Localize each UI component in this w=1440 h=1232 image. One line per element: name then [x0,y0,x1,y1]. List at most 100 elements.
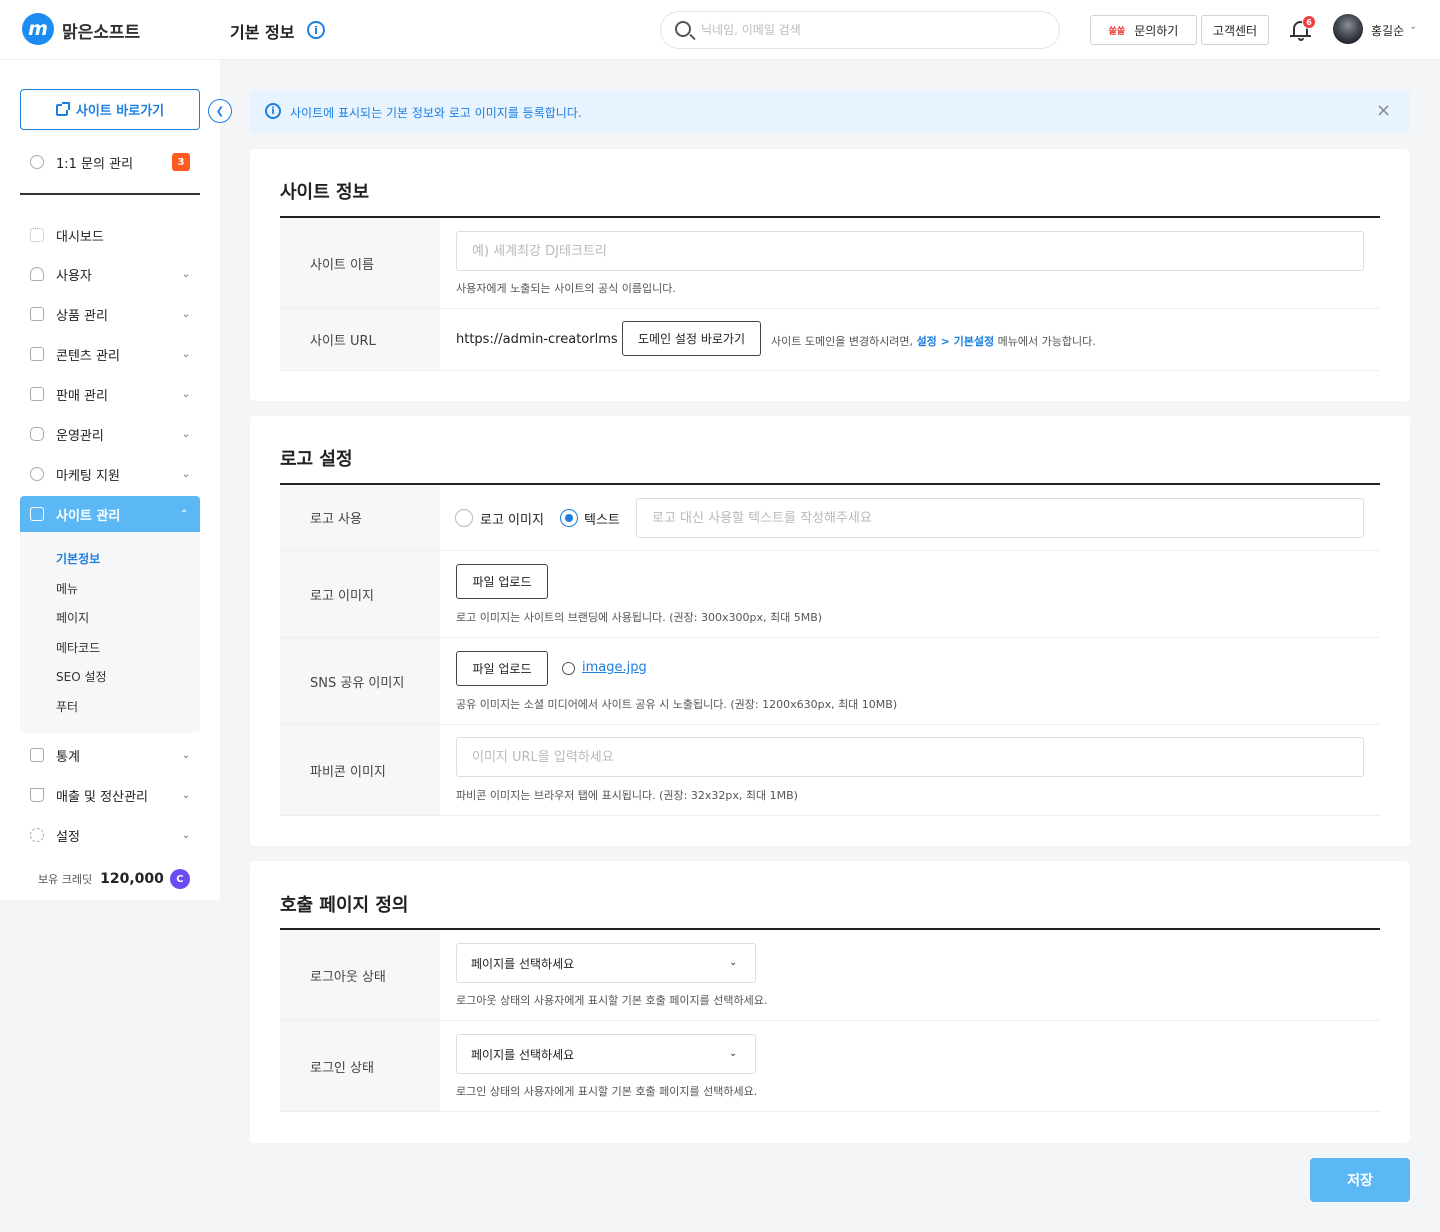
logout-page-select[interactable]: 페이지를 선택하세요 ⌄ [456,943,756,983]
sidebar-item-label: 사이트 관리 [56,508,121,524]
search-input[interactable] [701,20,1041,40]
submenu-footer[interactable]: 푸터 [56,698,78,715]
sidebar-collapse-button[interactable]: ❮ [208,99,232,123]
sidebar-item-label: 매출 및 정산관리 [56,789,148,805]
submenu-basic-info[interactable]: 기본정보 [56,550,100,567]
paperclip-icon [562,662,575,675]
sidebar-item-operation[interactable]: 운영관리 [30,422,104,446]
chevron-down-icon[interactable]: ⌄ [180,268,192,280]
submenu-metacode[interactable]: 메타코드 [56,639,100,656]
marketing-icon [30,467,44,481]
site-link-label: 사이트 바로가기 [75,104,165,119]
submenu-seo[interactable]: SEO 설정 [56,668,107,685]
sidebar-item-settlement[interactable]: 매출 및 정산관리 [30,783,148,807]
close-icon[interactable]: × [1376,100,1391,121]
chevron-down-icon[interactable]: ⌄ [180,789,192,801]
sidebar-item-settings[interactable]: 설정 [30,823,80,847]
inquiry-count-badge: 3 [172,153,190,171]
domain-settings-button[interactable]: 도메인 설정 바로가기 [622,321,761,356]
alert-text: 사이트에 표시되는 기본 정보와 로고 이미지를 등록합니다. [290,106,582,120]
inquiry-button-label: 문의하기 [1134,23,1179,38]
login-state-row: 로그인 상태 페이지를 선택하세요 ⌄ 로그인 상태의 사용자에게 표시할 기본… [280,1021,1380,1112]
landing-page-card: 호출 페이지 정의 로그아웃 상태 페이지를 선택하세요 ⌄ 로그아웃 상태의 … [250,861,1410,1143]
radio-label[interactable]: 텍스트 [584,509,620,528]
dashboard-icon [30,228,44,242]
field-hint: 파비콘 이미지는 브라우저 탭에 표시됩니다. (권장: 32x32px, 최대… [456,789,798,802]
info-icon[interactable]: i [307,21,325,39]
sidebar-item-label: 마케팅 지원 [56,468,120,484]
sidebar-item-inquiry[interactable]: 1:1 문의 관리 [30,150,133,174]
field-label: 사이트 URL [280,309,440,370]
logo-settings-card: 로고 설정 로고 사용 로고 이미지 텍스트 로고 이미지 파일 업로드 로고 … [250,416,1410,846]
sidebar-item-label: 대시보드 [56,229,104,245]
content-icon [30,347,44,361]
logo-image-radio[interactable] [455,509,473,527]
chevron-down-icon[interactable]: ⌄ [180,468,192,480]
site-name-row: 사이트 이름 사용자에게 노출되는 사이트의 공식 이름입니다. [280,218,1380,309]
sidebar-item-label: 통계 [56,749,80,765]
submenu-menu[interactable]: 메뉴 [56,580,78,597]
field-label: 로그아웃 상태 [280,930,440,1020]
section-title: 로고 설정 [280,449,353,470]
submenu-page[interactable]: 페이지 [56,609,89,626]
customer-center-button[interactable]: 고객센터 [1201,15,1269,45]
site-submenu: 기본정보 메뉴 페이지 메타코드 SEO 설정 푸터 [20,532,200,733]
login-page-select[interactable]: 페이지를 선택하세요 ⌄ [456,1034,756,1074]
radio-label[interactable]: 로고 이미지 [480,509,544,528]
avatar[interactable] [1333,14,1363,44]
gear-icon [30,828,44,842]
logo-text-radio[interactable] [560,509,578,527]
chevron-up-icon[interactable]: ⌃ [180,509,188,520]
monitor-icon [30,507,44,521]
favicon-row: 파비콘 이미지 파비콘 이미지는 브라우저 탭에 표시됩니다. (권장: 32x… [280,725,1380,816]
sidebar-item-statistics[interactable]: 통계 [30,743,80,767]
chevron-down-icon[interactable]: ⌄ [180,308,192,320]
site-url-value: https://admin-creatorlms [456,332,618,347]
site-name-input[interactable] [456,231,1364,271]
sidebar-item-products[interactable]: 상품 관리 [30,302,108,326]
chevron-down-icon[interactable]: ⌄ [1409,21,1417,32]
page-title: 기본 정보 [230,23,295,42]
sidebar-item-sales[interactable]: 판매 관리 [30,382,108,406]
sidebar-item-label: 운영관리 [56,428,104,444]
field-label: 사이트 이름 [280,218,440,308]
favicon-url-input[interactable] [456,737,1364,777]
hint-text: 메뉴에서 가능합니다. [997,335,1096,348]
field-hint: 사이트 도메인을 변경하시려면, 설정 > 기본설정 메뉴에서 가능합니다. [771,333,1096,349]
site-url-row: 사이트 URL https://admin-creatorlms 도메인 설정 … [280,309,1380,371]
field-hint: 로고 이미지는 사이트의 브랜딩에 사용됩니다. (권장: 300x300px,… [456,611,823,624]
sidebar-item-label: 사용자 [56,268,92,284]
credit-label: 보유 크레딧 [38,873,93,886]
brand-logo-icon[interactable]: m [22,13,54,45]
sidebar-item-dashboard[interactable]: 대시보드 [30,223,104,247]
inquiry-button[interactable]: 쏠쏠 문의하기 [1090,15,1197,45]
sidebar-item-marketing[interactable]: 마케팅 지원 [30,462,120,486]
chevron-down-icon[interactable]: ⌄ [180,348,192,360]
ssam-logo: 쏠쏠 [1108,26,1126,37]
chevron-down-icon[interactable]: ⌄ [180,428,192,440]
field-hint: 로그인 상태의 사용자에게 표시할 기본 호출 페이지를 선택하세요. [456,1085,758,1098]
settings-link[interactable]: 설정 > 기본설정 [917,335,995,348]
sidebar-item-site-management[interactable]: 사이트 관리 ⌃ [20,496,200,532]
sidebar-item-contents[interactable]: 콘텐츠 관리 [30,342,120,366]
chevron-down-icon[interactable]: ⌄ [180,829,192,841]
sidebar-item-label: 설정 [56,829,80,845]
chevron-down-icon: ⌄ [729,1048,738,1059]
username[interactable]: 홍길순 [1371,22,1404,39]
logo-upload-button[interactable]: 파일 업로드 [456,564,548,599]
sns-upload-button[interactable]: 파일 업로드 [456,651,548,686]
info-icon: i [265,103,281,119]
save-button[interactable]: 저장 [1310,1158,1410,1202]
logo-image-row: 로고 이미지 파일 업로드 로고 이미지는 사이트의 브랜딩에 사용됩니다. (… [280,551,1380,638]
brand-name[interactable]: 맑은소프트 [62,18,140,43]
cart-icon [30,788,44,802]
site-link-button[interactable]: 사이트 바로가기 [20,89,200,130]
chevron-down-icon[interactable]: ⌄ [180,749,192,761]
field-label: SNS 공유 이미지 [280,638,440,724]
sidebar-item-users[interactable]: 사용자 [30,262,92,286]
sns-file-link[interactable]: image.jpg [582,660,647,675]
chart-icon [30,748,44,762]
chevron-down-icon[interactable]: ⌄ [180,388,192,400]
logo-text-input[interactable] [636,498,1364,538]
search-box [660,11,1060,49]
